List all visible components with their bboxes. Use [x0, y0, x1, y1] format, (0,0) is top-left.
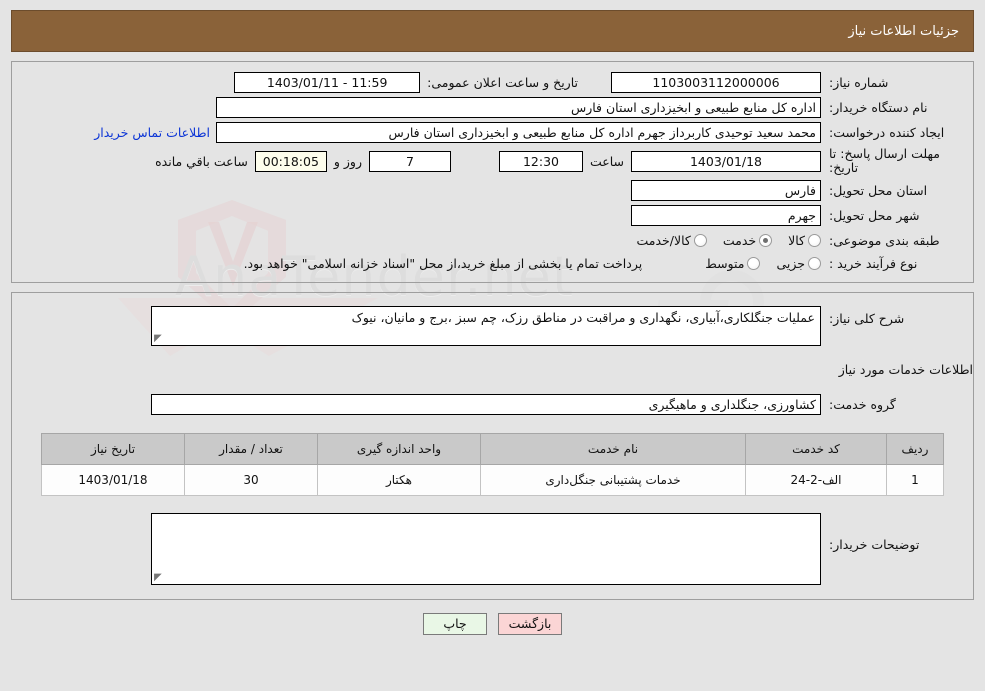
row-requester: ایجاد کننده درخواست: محمد سعید توحیدی کا…	[12, 120, 973, 145]
row-province: استان محل تحویل: فارس	[12, 178, 973, 203]
table-header-cell: تاریخ نیاز	[41, 432, 185, 465]
services-table-wrapper: ردیف کد خدمت نام خدمت واحد اندازه گیری تعداد…	[12, 417, 973, 496]
table-cell-unit: هکتار	[317, 463, 481, 496]
category-radio-2[interactable]	[693, 233, 707, 247]
row-purchase-type: نوع فرآیند خرید : جزیی متوسط پرداخت تمام …	[12, 250, 973, 273]
description-value: عملیات جنگلکاری،آبیاری، نگهداری و مراقبت…	[351, 309, 815, 325]
purchase-type-option-0[interactable]: جزیی	[766, 256, 821, 271]
category-label: طبقه بندی موضوعی:	[829, 232, 940, 248]
table-cell-index: 1	[886, 463, 944, 496]
purchase-type-radio-0[interactable]	[808, 256, 821, 270]
row-service-group: گروه خدمت: کشاورزی، جنگلداری و ماهیگیری	[12, 379, 973, 417]
table-header-cell: تعداد / مقدار	[184, 432, 318, 465]
treasury-note: پرداخت تمام یا بخشی از مبلغ خرید،از محل …	[243, 255, 643, 271]
category-option-2[interactable]: کالا/خدمت	[626, 232, 707, 248]
category-label-0: کالا	[788, 232, 805, 248]
city-value: جهرم	[631, 204, 821, 226]
resize-handle-icon[interactable]: ◥	[154, 333, 164, 344]
purchase-type-radio-group[interactable]: جزیی متوسط	[695, 256, 821, 271]
announce-datetime-value: 1403/01/11 - 11:59	[234, 72, 421, 93]
page-root: AnaTender.net جزئیات اطلاعات نیاز شماره …	[0, 0, 985, 691]
deadline-days-label: روز و	[333, 153, 362, 169]
requester-label: ایجاد کننده درخواست:	[829, 125, 945, 140]
table-header-row: ردیف کد خدمت نام خدمت واحد اندازه گیری تعداد…	[41, 432, 944, 465]
table-header-cell: کد خدمت	[745, 432, 887, 465]
row-city: شهر محل تحویل: جهرم	[12, 203, 973, 228]
need-number-value: 1103003112000006	[611, 72, 821, 93]
row-deadline: مهلت ارسال پاسخ: تا تاریخ: 1403/01/18 سا…	[12, 145, 973, 178]
category-radio-0[interactable]	[808, 233, 821, 247]
buyer-org-label: نام دستگاه خریدار:	[829, 100, 928, 115]
city-label: شهر محل تحویل:	[829, 207, 920, 223]
category-radio-1[interactable]	[759, 233, 773, 247]
category-label-1: خدمت	[722, 232, 757, 248]
table-cell-name: خدمات پشتیبانی جنگل‌داری	[480, 463, 746, 496]
footer-buttons: بازگشت چاپ	[0, 612, 985, 635]
category-option-1[interactable]: خدمت	[713, 232, 773, 248]
purchase-type-label-0: جزیی	[776, 255, 805, 271]
description-label: شرح کلی نیاز:	[829, 310, 905, 326]
category-radio-group[interactable]: کالا خدمت کالا/خدمت	[626, 233, 821, 248]
table-header-cell: واحد اندازه گیری	[317, 432, 481, 465]
service-group-value: کشاورزی، جنگلداری و ماهیگیری	[151, 393, 821, 415]
deadline-hour-label: ساعت	[589, 153, 624, 169]
need-body-panel: شرح کلی نیاز: عملیات جنگلکاری،آبیاری، نگ…	[11, 291, 974, 600]
deadline-label: مهلت ارسال پاسخ: تا تاریخ:	[829, 146, 940, 176]
page-title-text: جزئیات اطلاعات نیاز	[848, 23, 959, 39]
table-body: 1 الف-2-24 خدمات پشتیبانی جنگل‌داری هکتار 30…	[41, 463, 944, 496]
province-value: فارس	[631, 179, 821, 201]
purchase-type-label-1: متوسط	[705, 255, 745, 271]
print-button[interactable]: چاپ	[423, 612, 487, 635]
need-details-panel: شماره نیاز: 1103003112000006 تاریخ و ساع…	[11, 61, 974, 283]
table-cell-quantity: 30	[184, 463, 318, 496]
purchase-type-radio-1[interactable]	[747, 256, 761, 270]
buyer-contact-link[interactable]: اطلاعات تماس خریدار	[88, 125, 216, 140]
deadline-date-value: 1403/01/18	[631, 150, 821, 172]
countdown-value: 00:18:05	[254, 150, 327, 172]
page-title: جزئیات اطلاعات نیاز	[11, 10, 974, 52]
province-label: استان محل تحویل:	[829, 182, 928, 198]
category-option-0[interactable]: کالا	[778, 233, 821, 248]
back-button[interactable]: بازگشت	[498, 612, 562, 635]
table-row[interactable]: 1 الف-2-24 خدمات پشتیبانی جنگل‌داری هکتار 30…	[41, 463, 944, 496]
table-header-cell: نام خدمت	[480, 432, 746, 465]
services-table: ردیف کد خدمت نام خدمت واحد اندازه گیری تعداد…	[41, 432, 944, 496]
row-need-number: شماره نیاز: 1103003112000006 تاریخ و ساع…	[12, 70, 973, 95]
table-header-cell: ردیف	[886, 432, 944, 465]
buyer-notes-label: توضیحات خریدار:	[829, 536, 920, 552]
buyer-notes-textarea[interactable]: ◥	[151, 512, 821, 585]
purchase-type-label: نوع فرآیند خرید :	[829, 255, 918, 271]
category-label-2: کالا/خدمت	[636, 232, 691, 248]
row-buyer-org: نام دستگاه خریدار: اداره کل منابع طبیعی …	[12, 95, 973, 120]
deadline-days-value: 7	[368, 150, 451, 172]
services-section-title: اطلاعات خدمات مورد نیاز	[838, 361, 973, 377]
table-cell-code: الف-2-24	[745, 463, 887, 496]
row-buyer-notes: توضیحات خریدار: ◥	[12, 496, 973, 587]
purchase-type-option-1[interactable]: متوسط	[695, 255, 761, 271]
row-category: طبقه بندی موضوعی: کالا خدمت کالا/خدمت	[12, 228, 973, 250]
description-textarea[interactable]: عملیات جنگلکاری،آبیاری، نگهداری و مراقبت…	[151, 305, 821, 346]
table-cell-need-date: 1403/01/18	[41, 463, 185, 496]
need-number-label: شماره نیاز:	[829, 75, 889, 90]
deadline-time-value: 12:30	[498, 150, 583, 172]
requester-value: محمد سعید توحیدی کاربرداز جهرم اداره کل …	[216, 122, 821, 143]
row-description: شرح کلی نیاز: عملیات جنگلکاری،آبیاری، نگ…	[12, 304, 973, 348]
announce-datetime-label: تاریخ و ساعت اعلان عمومی:	[427, 75, 578, 90]
buyer-org-value: اداره کل منابع طبیعی و ابخیزداری استان ف…	[216, 97, 821, 118]
resize-handle-icon-notes[interactable]: ◥	[154, 572, 164, 583]
countdown-label: ساعت باقي مانده	[155, 153, 248, 169]
service-group-label: گروه خدمت:	[829, 396, 896, 412]
row-services-title: اطلاعات خدمات مورد نیاز	[12, 348, 973, 379]
